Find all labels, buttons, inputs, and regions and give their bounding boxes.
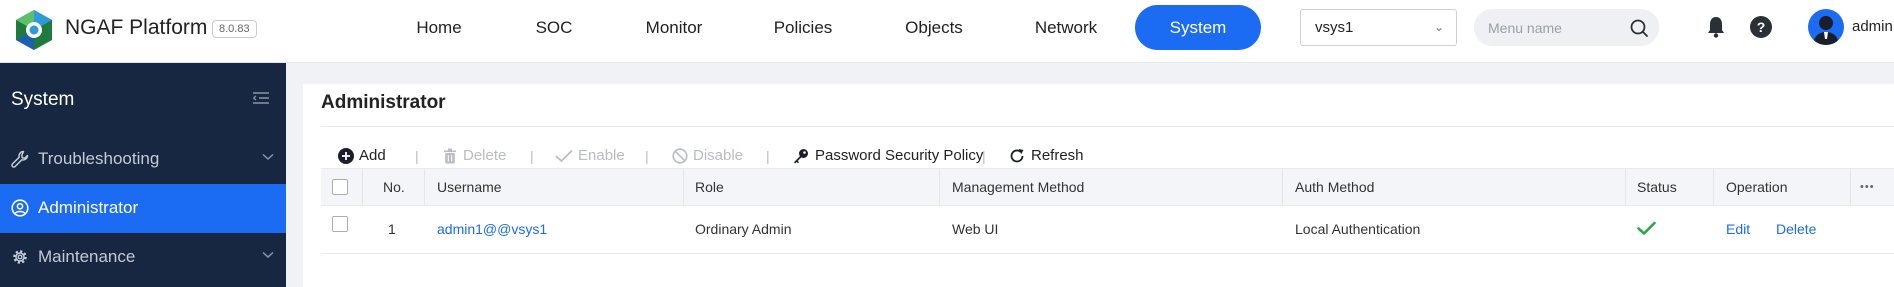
column-header-username[interactable]: Username	[437, 169, 502, 205]
delete-link[interactable]: Delete	[1776, 206, 1816, 252]
wrench-icon	[11, 150, 29, 168]
collapse-menu-icon[interactable]	[253, 91, 269, 105]
nav-home[interactable]: Home	[395, 5, 483, 50]
column-divider	[1625, 169, 1626, 205]
top-bar: NGAF Platform 8.0.83 Home SOC Monitor Po…	[0, 0, 1894, 63]
column-divider	[362, 169, 363, 205]
trash-icon	[444, 148, 456, 164]
nav-soc[interactable]: SOC	[510, 5, 598, 50]
username-label[interactable]: admin	[1852, 18, 1893, 35]
bell-icon[interactable]	[1705, 15, 1727, 39]
column-divider	[424, 169, 425, 205]
sidebar-item-troubleshooting[interactable]: Troubleshooting	[0, 135, 286, 184]
column-divider	[683, 169, 684, 205]
row-checkbox[interactable]	[332, 216, 348, 232]
sidebar: System Troubleshooting Administrator Mai…	[0, 63, 286, 287]
chevron-down-icon	[262, 153, 274, 161]
search-icon[interactable]	[1629, 18, 1649, 38]
menu-search-input[interactable]	[1488, 9, 1628, 46]
refresh-icon	[1010, 149, 1024, 163]
column-header-auth-method[interactable]: Auth Method	[1295, 169, 1374, 205]
nav-monitor[interactable]: Monitor	[628, 5, 720, 50]
version-badge: 8.0.83	[212, 20, 257, 38]
column-divider	[1282, 169, 1283, 205]
sidebar-title: System	[11, 89, 75, 110]
column-header-role[interactable]: Role	[695, 169, 724, 205]
help-icon[interactable]: ?	[1750, 16, 1772, 38]
menu-search[interactable]	[1474, 9, 1659, 46]
sidebar-item-label: Troubleshooting	[38, 149, 160, 168]
nav-system[interactable]: System	[1135, 5, 1261, 50]
nav-objects[interactable]: Objects	[889, 5, 979, 50]
avatar[interactable]	[1808, 9, 1844, 45]
table-header: No. Username Role Management Method Auth…	[321, 168, 1894, 206]
status-check-icon	[1637, 221, 1656, 235]
plus-circle-icon	[338, 148, 354, 164]
column-header-status[interactable]: Status	[1637, 169, 1677, 205]
cell-role: Ordinary Admin	[695, 221, 792, 237]
more-columns-icon[interactable]: •••	[1860, 169, 1875, 205]
nav-policies[interactable]: Policies	[757, 5, 849, 50]
page-title: Administrator	[321, 92, 446, 113]
cell-username-link[interactable]: admin1@@vsys1	[437, 206, 547, 252]
column-header-management-method[interactable]: Management Method	[952, 169, 1084, 205]
user-circle-icon	[11, 199, 29, 217]
vsys-selected-value: vsys1	[1315, 19, 1354, 36]
column-header-no[interactable]: No.	[383, 169, 405, 205]
cell-no: 1	[388, 221, 396, 237]
chevron-down-icon: ⌄	[1433, 20, 1444, 34]
cell-management-method: Web UI	[952, 221, 999, 237]
divider	[321, 126, 1894, 127]
select-all-checkbox[interactable]	[332, 179, 348, 195]
key-icon	[794, 149, 808, 164]
sidebar-item-maintenance[interactable]: Maintenance	[0, 233, 286, 282]
sidebar-item-label: Administrator	[38, 198, 139, 217]
brand-name: NGAF Platform	[65, 16, 208, 39]
sidebar-item-label: Maintenance	[38, 247, 136, 266]
column-header-operation[interactable]: Operation	[1726, 169, 1787, 205]
edit-link[interactable]: Edit	[1726, 206, 1750, 252]
column-divider	[1850, 169, 1851, 205]
main-panel: Administrator Add | Delete | Enable | Di…	[303, 84, 1894, 287]
gear-icon	[13, 250, 27, 264]
column-divider	[1713, 169, 1714, 205]
nav-network[interactable]: Network	[1020, 5, 1112, 50]
table-row: 1 admin1@@vsys1 Ordinary Admin Web UI Lo…	[321, 206, 1894, 254]
vsys-select[interactable]: vsys1 ⌄	[1300, 9, 1457, 46]
sidebar-item-administrator[interactable]: Administrator	[0, 184, 286, 233]
chevron-down-icon	[262, 251, 274, 259]
column-divider	[939, 169, 940, 205]
cell-auth-method: Local Authentication	[1295, 221, 1421, 237]
ngaf-logo-icon	[16, 10, 52, 50]
user-avatar-icon	[1813, 16, 1839, 45]
check-icon	[555, 149, 573, 163]
ban-icon	[672, 148, 688, 164]
